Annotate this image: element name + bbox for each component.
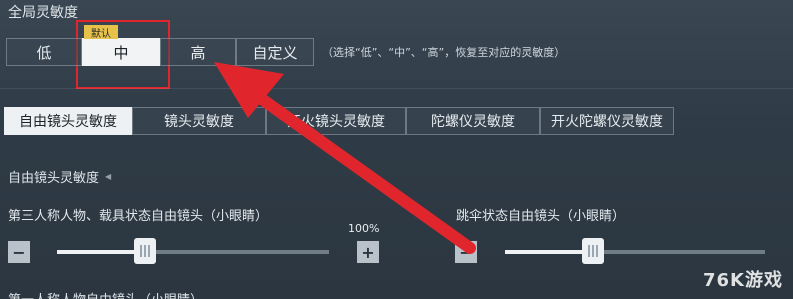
- collapse-icon[interactable]: ◀: [105, 172, 111, 181]
- slider1-fill: [57, 250, 139, 254]
- tab-free-camera[interactable]: 自由镜头灵敏度: [4, 107, 132, 135]
- preset-hint: （选择“低”、“中”、“高”，恢复至对应的灵敏度）: [322, 46, 566, 59]
- default-badge: 默认: [84, 25, 118, 40]
- tab-camera[interactable]: 镜头灵敏度: [132, 107, 266, 135]
- tab-fire-camera[interactable]: 开火镜头灵敏度: [266, 107, 406, 135]
- slider1-label: 第三人称人物、载具状态自由镜头（小眼睛）: [8, 209, 269, 224]
- section-title-text: 自由镜头灵敏度: [8, 171, 100, 186]
- slider1-track[interactable]: [57, 250, 329, 254]
- preset-medium-button[interactable]: 中: [82, 38, 160, 66]
- divider: [0, 88, 793, 89]
- minus-icon: −: [459, 242, 473, 262]
- slider2-track[interactable]: [505, 250, 765, 254]
- minus-icon: −: [12, 242, 26, 262]
- slider2-minus-button[interactable]: −: [455, 241, 477, 263]
- preset-high-button[interactable]: 高: [160, 38, 236, 66]
- slider1-thumb[interactable]: [134, 238, 156, 264]
- preset-low-button[interactable]: 低: [6, 38, 82, 66]
- slider1-plus-button[interactable]: +: [357, 241, 379, 263]
- preset-group: 低 中 高 自定义: [6, 38, 314, 66]
- watermark: 76K游戏: [703, 270, 783, 291]
- slider1-value: 100%: [348, 222, 380, 235]
- tab-fire-gyroscope[interactable]: 开火陀螺仪灵敏度: [540, 107, 674, 135]
- slider1-minus-button[interactable]: −: [8, 241, 30, 263]
- next-slider-label: 第一人称人物自由镜头（小眼睛）: [8, 289, 203, 299]
- preset-custom-button[interactable]: 自定义: [236, 38, 314, 66]
- sensitivity-tabs: 自由镜头灵敏度 镜头灵敏度 开火镜头灵敏度 陀螺仪灵敏度 开火陀螺仪灵敏度: [4, 107, 674, 135]
- global-sensitivity-title: 全局灵敏度: [8, 5, 78, 21]
- section-title: 自由镜头灵敏度 ◀: [8, 167, 111, 186]
- plus-icon: +: [361, 242, 375, 262]
- slider2-label: 跳伞状态自由镜头（小眼睛）: [456, 209, 626, 224]
- slider2-thumb[interactable]: [582, 238, 604, 264]
- tab-gyroscope[interactable]: 陀螺仪灵敏度: [406, 107, 540, 135]
